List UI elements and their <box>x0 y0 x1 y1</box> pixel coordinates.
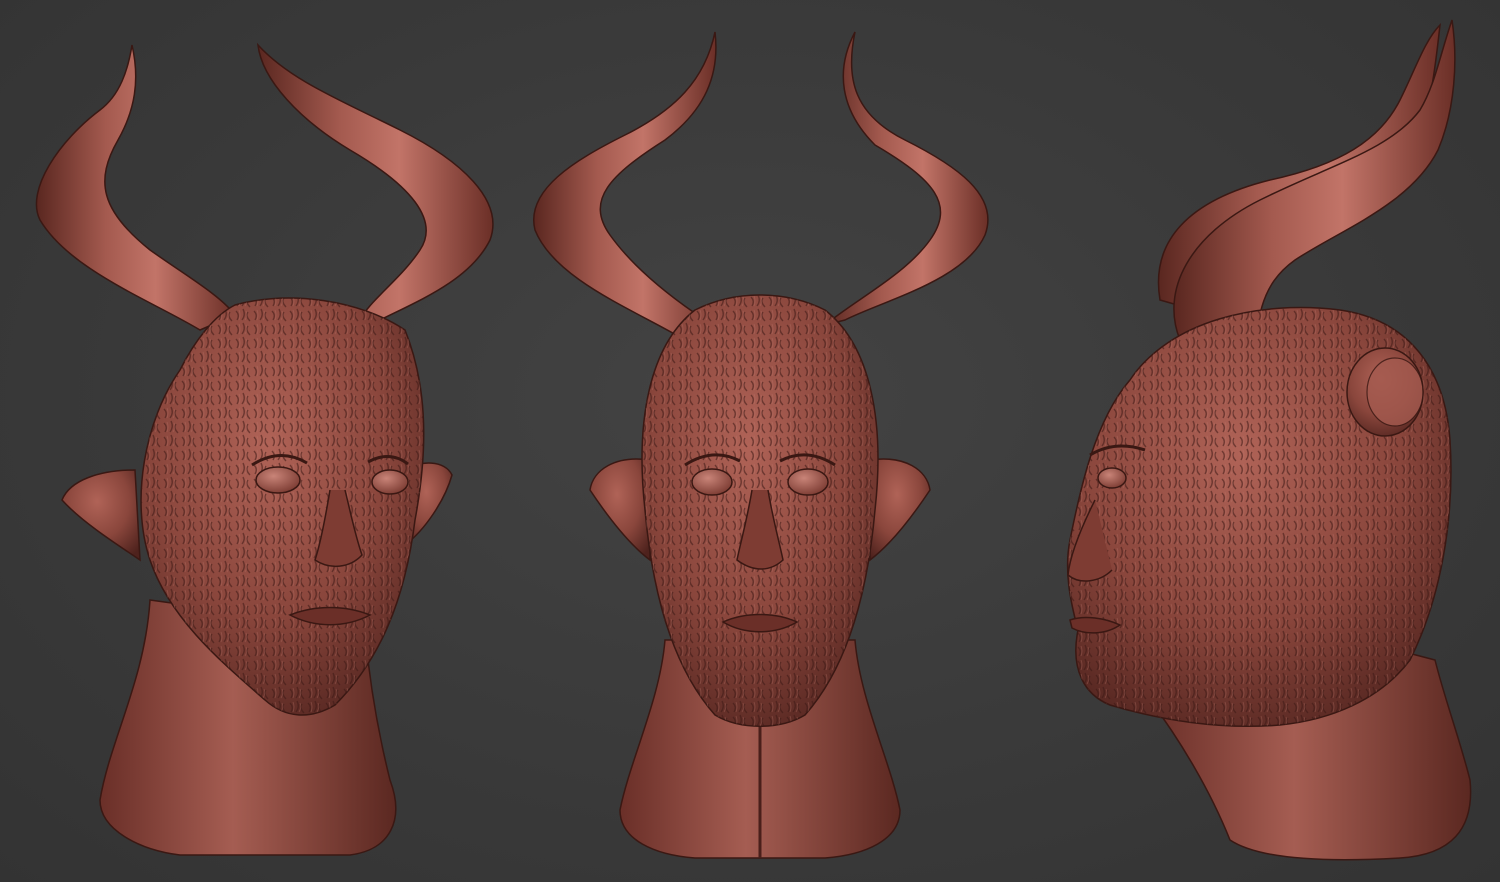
eye <box>1097 467 1127 489</box>
horn-base-cap <box>1346 347 1424 437</box>
left-ear <box>61 469 141 562</box>
right-horn <box>256 42 494 321</box>
side-view <box>1040 0 1500 882</box>
front-view <box>515 0 1005 882</box>
left-eye <box>255 466 301 494</box>
sculpt-bust-front <box>532 31 989 859</box>
left-horn <box>532 31 717 341</box>
right-eye <box>371 469 409 495</box>
left-horn <box>35 44 237 331</box>
three-quarter-view <box>0 0 520 882</box>
sculpt-bust-three-quarter <box>35 42 494 856</box>
left-eye <box>691 468 733 496</box>
right-eye <box>787 468 829 496</box>
right-horn <box>824 31 989 326</box>
sculpt-bust-side <box>1066 19 1472 861</box>
render-canvas <box>0 0 1500 882</box>
left-ear <box>589 458 651 562</box>
right-ear <box>869 458 931 562</box>
